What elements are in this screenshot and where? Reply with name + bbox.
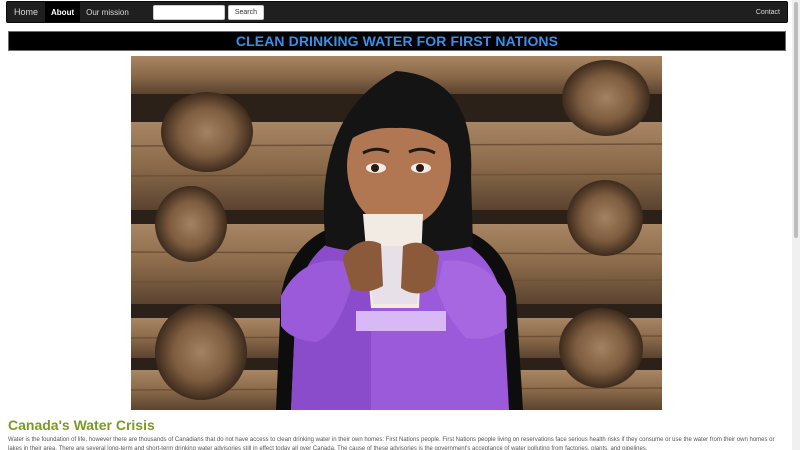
page-banner: CLEAN DRINKING WATER FOR FIRST NATIONS	[8, 31, 786, 51]
section-heading: Canada's Water Crisis	[8, 417, 155, 433]
nav-contact-link[interactable]: Contact	[749, 2, 787, 22]
nav-about-link[interactable]: About	[45, 2, 81, 22]
nav-mission-link[interactable]: Our mission	[80, 2, 135, 22]
search-button[interactable]: Search	[227, 4, 264, 20]
hero-image	[131, 56, 662, 410]
page-title: CLEAN DRINKING WATER FOR FIRST NATIONS	[235, 33, 559, 49]
section-paragraph: Water is the foundation of life, however…	[8, 437, 775, 450]
page-scrollbar[interactable]	[792, 0, 800, 450]
top-navbar: Home About Our mission Search Contact	[6, 1, 788, 23]
search-input[interactable]	[152, 4, 225, 20]
girl-drinking-water-illustration	[131, 56, 662, 410]
nav-home-link[interactable]: Home	[7, 2, 45, 22]
scrollbar-thumb[interactable]	[794, 2, 798, 238]
